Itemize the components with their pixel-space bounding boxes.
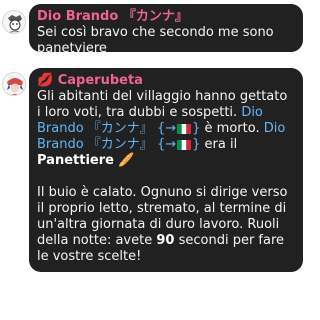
sender-emoji: 💋 <box>37 73 54 88</box>
italy-flag-icon <box>177 124 192 134</box>
sender-line: 💋 Caperubeta <box>37 73 295 89</box>
mention-arrow: → <box>165 137 177 152</box>
avatar-icon <box>3 73 25 95</box>
chat-log: Dio Brando 『カンナ』 Sei così bravo che seco… <box>0 0 306 320</box>
avatar-icon <box>3 11 25 33</box>
message-bubble: 💋 Caperubeta Gli abitanti del villaggio … <box>29 68 303 272</box>
message-text: Sei così bravo che secondo me sono panet… <box>37 25 274 56</box>
message-paragraph-2: Il buio è calato. Ognuno si dirige verso… <box>37 185 295 265</box>
sender-name[interactable]: Dio Brando 『カンナ』 <box>37 9 295 25</box>
sender-name[interactable]: Caperubeta <box>58 73 143 88</box>
mention-brace: { <box>156 137 166 152</box>
message-text: è morto. <box>200 121 260 136</box>
user-avatar[interactable] <box>2 10 26 34</box>
bread-icon: 🥖 <box>118 153 135 168</box>
message-bubble: Dio Brando 『カンナ』 Sei così bravo che seco… <box>29 4 303 56</box>
user-avatar[interactable] <box>2 72 26 96</box>
seconds-count: 90 <box>156 233 175 248</box>
message-paragraph-1: Gli abitanti del villaggio hanno gettato… <box>37 89 295 169</box>
role-name: Panettiere <box>37 153 114 168</box>
message-text: era il <box>200 137 238 152</box>
mention-arrow: → <box>165 121 177 136</box>
mention-brace: { <box>156 121 166 136</box>
italy-flag-icon <box>177 140 192 150</box>
